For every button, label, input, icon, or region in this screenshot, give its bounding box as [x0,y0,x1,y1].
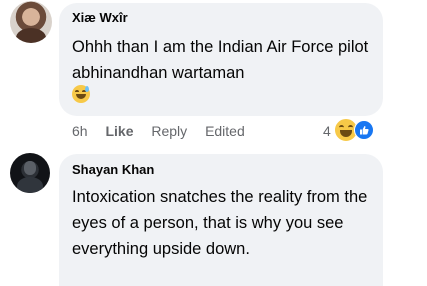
avatar[interactable] [10,1,52,43]
avatar-figure [24,161,36,175]
like-button[interactable]: Like [105,123,133,139]
like-reaction-icon [354,120,374,140]
avatar-figure [17,177,43,193]
reaction-count[interactable]: 4 [323,123,331,139]
comment-actions: 6h Like Reply Edited [72,123,259,139]
edited-label[interactable]: Edited [205,123,245,139]
comment-thread: Xiæ Wxîr Ohhh than I am the Indian Air F… [0,0,427,286]
comment-author[interactable]: Shayan Khan [72,162,154,177]
reply-button[interactable]: Reply [151,123,187,139]
grinning-sweat-emoji-icon [72,85,90,103]
comment-author[interactable]: Xiæ Wxîr [72,10,128,25]
comment-timestamp[interactable]: 6h [72,123,88,139]
avatar[interactable] [10,153,50,193]
avatar-figure [16,28,46,43]
comment-text: Ohhh than I am the Indian Air Force pilo… [72,38,369,82]
reaction-summary[interactable] [334,118,378,144]
comment-text: Intoxication snatches the reality from t… [72,188,368,258]
